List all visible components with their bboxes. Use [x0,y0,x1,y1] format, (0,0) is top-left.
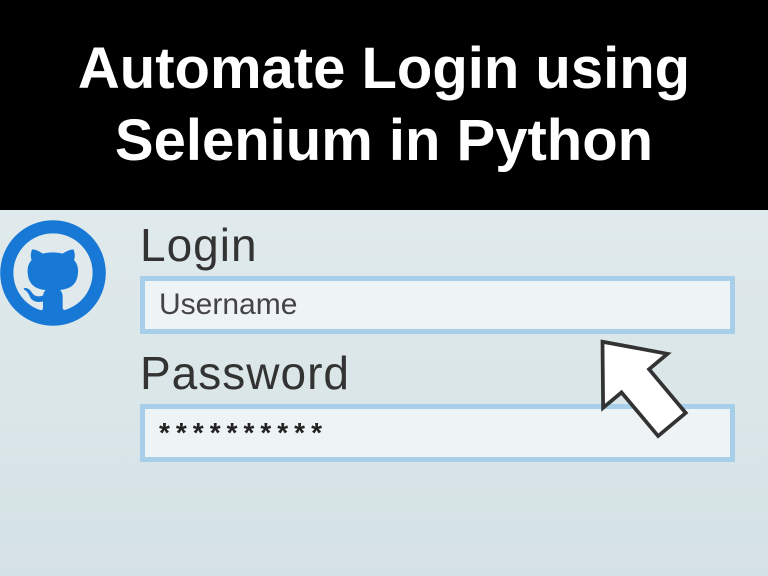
login-fields-container: Login Username Password ********** [140,218,728,462]
password-input[interactable]: ********** [140,404,735,462]
password-label: Password [140,346,728,400]
login-form-area: Login Username Password ********** [0,210,768,576]
username-field-group: Login Username [140,218,728,334]
github-icon [0,218,108,328]
password-value-text: ********** [159,417,328,449]
header-banner: Automate Login using Selenium in Python [0,0,768,210]
username-input[interactable]: Username [140,276,735,334]
page-title: Automate Login using Selenium in Python [30,33,738,178]
login-label: Login [140,218,728,272]
password-field-group: Password ********** [140,346,728,462]
username-placeholder-text: Username [159,288,297,322]
